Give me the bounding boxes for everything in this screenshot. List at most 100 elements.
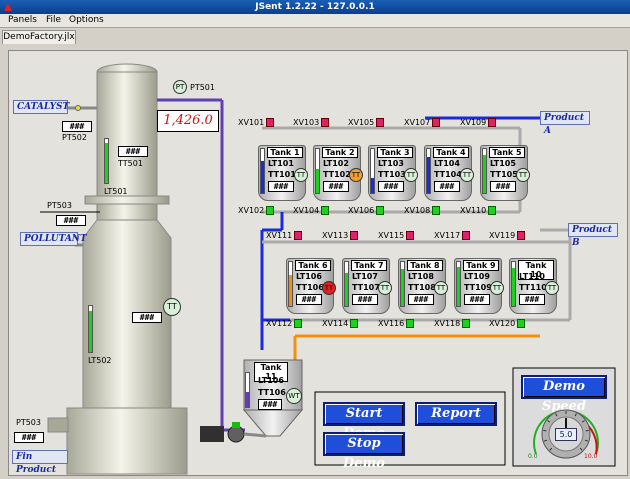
catalyst-tag[interactable]: CATALYST bbox=[13, 100, 69, 114]
tank-lt-label: LT108 bbox=[408, 272, 434, 281]
tank-tt-badge: TT bbox=[460, 168, 474, 182]
tank-lt-label: LT102 bbox=[323, 159, 349, 168]
valve-icon[interactable] bbox=[462, 319, 470, 328]
tank-value: ### bbox=[519, 294, 545, 305]
pt503-top-value: ### bbox=[56, 215, 86, 226]
tank-level-fill bbox=[261, 161, 264, 193]
tt-column-badge: TT bbox=[163, 298, 181, 316]
tank-level-fill bbox=[427, 156, 430, 193]
tank-tt-badge: TT bbox=[434, 281, 448, 295]
valve-icon[interactable] bbox=[432, 118, 440, 127]
valve-in-label: XV107 bbox=[404, 118, 431, 127]
tank-level-fill bbox=[401, 269, 404, 306]
valve-icon[interactable] bbox=[406, 231, 414, 240]
tank-level-bar bbox=[482, 148, 487, 194]
valve-in-label: XV109 bbox=[460, 118, 487, 127]
start-demo-button[interactable]: Start Demo bbox=[323, 402, 405, 441]
valve-icon[interactable] bbox=[376, 206, 384, 215]
fin-product-tag[interactable]: Fin Product bbox=[12, 450, 68, 475]
lt501-level-bar bbox=[104, 138, 109, 184]
valve-icon[interactable] bbox=[266, 118, 274, 127]
tank-level-bar bbox=[511, 261, 516, 307]
tank-level-fill bbox=[316, 168, 319, 193]
valve-icon[interactable] bbox=[406, 319, 414, 328]
tank-title: Tank 4 bbox=[433, 147, 469, 158]
valve-in-label: XV117 bbox=[434, 231, 461, 240]
tank-level-fill bbox=[289, 275, 292, 306]
tank-level-fill bbox=[371, 177, 374, 193]
report-button[interactable]: Report bbox=[415, 402, 497, 426]
valve-in-label: XV113 bbox=[322, 231, 349, 240]
tank-value: ### bbox=[352, 294, 378, 305]
tank-value: ### bbox=[323, 181, 349, 192]
tank-tt-badge: TT bbox=[516, 168, 530, 182]
tank-level-bar bbox=[288, 261, 293, 307]
valve-in-label: XV119 bbox=[489, 231, 516, 240]
valve-icon[interactable] bbox=[266, 206, 274, 215]
tank-lt-label: LT110 bbox=[519, 272, 545, 281]
valve-in-label: XV101 bbox=[238, 118, 265, 127]
catalyst-indicator bbox=[75, 105, 81, 111]
valve-icon[interactable] bbox=[321, 206, 329, 215]
tank-lt-label: LT103 bbox=[378, 159, 404, 168]
tank-level-fill bbox=[345, 273, 348, 306]
product-b-tag[interactable]: Product B bbox=[568, 223, 618, 248]
tank11-tt-label: TT106 bbox=[258, 388, 286, 397]
tank11-lt-label: LT106 bbox=[258, 376, 284, 385]
pt502-label: PT502 bbox=[62, 133, 87, 142]
tank-tt-badge: TT bbox=[490, 281, 504, 295]
tank-lt-label: LT105 bbox=[490, 159, 516, 168]
valve-icon[interactable] bbox=[432, 206, 440, 215]
product-a-tag[interactable]: Product A bbox=[540, 111, 590, 136]
tank-tt-label: TT103 bbox=[378, 170, 406, 179]
tt501-value: ### bbox=[118, 146, 148, 157]
stop-demo-button[interactable]: Stop Demo bbox=[323, 432, 405, 471]
valve-icon[interactable] bbox=[517, 319, 525, 328]
tank-value: ### bbox=[378, 181, 404, 192]
tank-tt-badge: TT bbox=[404, 168, 418, 182]
lt502-label: LT502 bbox=[88, 356, 112, 365]
tank-value: ### bbox=[434, 181, 460, 192]
valve-icon[interactable] bbox=[294, 231, 302, 240]
tank-tt-label: TT110 bbox=[519, 283, 547, 292]
tank-tt-label: TT109 bbox=[464, 283, 492, 292]
valve-out-label: XV108 bbox=[404, 206, 431, 215]
tank-value: ### bbox=[268, 181, 294, 192]
valve-icon[interactable] bbox=[350, 231, 358, 240]
tank-level-bar bbox=[370, 148, 375, 194]
tank-lt-label: LT104 bbox=[434, 159, 460, 168]
tank-lt-label: LT109 bbox=[464, 272, 490, 281]
tank-tt-badge: TT bbox=[378, 281, 392, 295]
valve-out-label: XV114 bbox=[322, 319, 349, 328]
tank-value: ### bbox=[464, 294, 490, 305]
tank-tt-label: TT101 bbox=[268, 170, 296, 179]
tank-title: Tank 9 bbox=[463, 260, 499, 271]
valve-icon[interactable] bbox=[488, 118, 496, 127]
tank-value: ### bbox=[296, 294, 322, 305]
valve-icon[interactable] bbox=[488, 206, 496, 215]
tank-lt-label: LT106 bbox=[296, 272, 322, 281]
lt502-level-fill bbox=[89, 310, 92, 352]
valve-icon[interactable] bbox=[294, 319, 302, 328]
tank-tt-badge: TT bbox=[349, 168, 363, 182]
lt502-level-bar bbox=[88, 305, 93, 353]
valve-out-label: XV120 bbox=[489, 319, 516, 328]
tank11-level-bar bbox=[245, 372, 250, 408]
valve-out-label: XV106 bbox=[348, 206, 375, 215]
tank-level-bar bbox=[315, 148, 320, 194]
pollutant-tag[interactable]: POLLUTANT bbox=[20, 232, 87, 246]
valve-icon[interactable] bbox=[517, 231, 525, 240]
valve-icon[interactable] bbox=[350, 319, 358, 328]
valve-out-label: XV116 bbox=[378, 319, 405, 328]
tank-level-bar bbox=[400, 261, 405, 307]
tank-title: Tank 1 bbox=[267, 147, 303, 158]
valve-in-label: XV105 bbox=[348, 118, 375, 127]
valve-icon[interactable] bbox=[462, 231, 470, 240]
tank11-value: ### bbox=[258, 399, 282, 410]
tank-tt-badge: TT bbox=[294, 168, 308, 182]
valve-icon[interactable] bbox=[321, 118, 329, 127]
valve-out-label: XV104 bbox=[293, 206, 320, 215]
tank-title: Tank 7 bbox=[351, 260, 387, 271]
tt-column-value: ### bbox=[132, 312, 162, 323]
valve-icon[interactable] bbox=[376, 118, 384, 127]
